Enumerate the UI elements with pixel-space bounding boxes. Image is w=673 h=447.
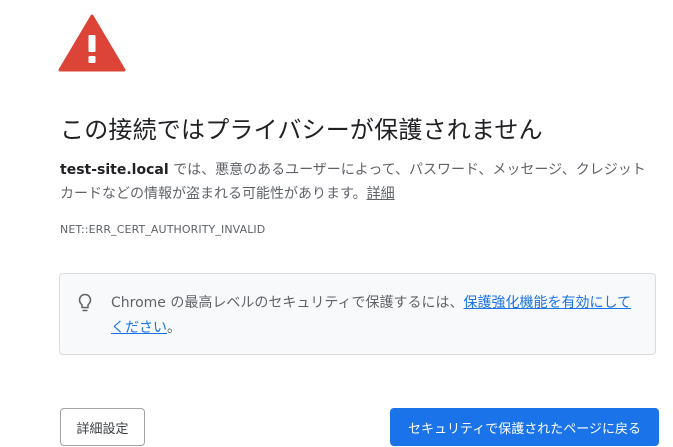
- back-to-safety-button[interactable]: セキュリティで保護されたページに戻る: [390, 408, 659, 446]
- error-code: NET::ERR_CERT_AUTHORITY_INVALID: [60, 223, 266, 236]
- advanced-button[interactable]: 詳細設定: [60, 408, 145, 446]
- enhanced-protection-text-before: Chrome の最高レベルのセキュリティで保護するには、: [111, 295, 464, 311]
- details-link[interactable]: 詳細: [367, 186, 395, 202]
- page-title: この接続ではプライバシーが保護されません: [60, 116, 543, 144]
- enhanced-protection-text-after: 。: [167, 320, 181, 336]
- explanation-paragraph: test-site.local では、悪意のあるユーザーによって、パスワード、メ…: [60, 158, 660, 206]
- interstitial-page: この接続ではプライバシーが保護されません test-site.local では、…: [0, 0, 673, 447]
- lightbulb-icon: [78, 293, 92, 312]
- site-hostname: test-site.local: [60, 162, 169, 178]
- warning-triangle-icon: [58, 14, 126, 72]
- enhanced-protection-box: Chrome の最高レベルのセキュリティで保護するには、保護強化機能を有効にして…: [59, 273, 656, 355]
- enhanced-protection-text: Chrome の最高レベルのセキュリティで保護するには、保護強化機能を有効にして…: [111, 291, 641, 341]
